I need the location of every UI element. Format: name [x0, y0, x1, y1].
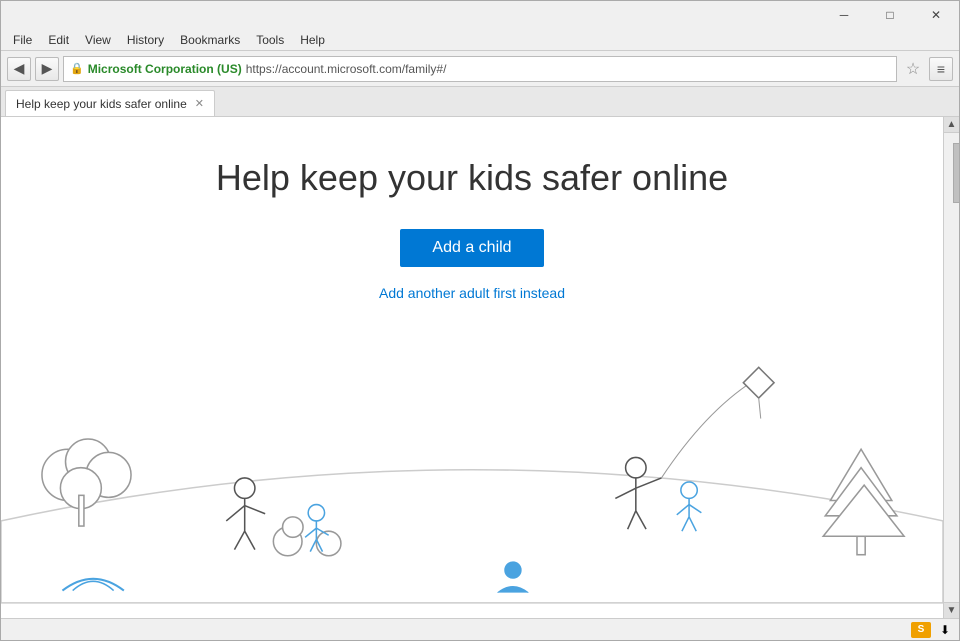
forward-button[interactable]: ▶: [35, 57, 59, 81]
scrollbar-down-button[interactable]: ▼: [944, 602, 960, 618]
title-bar: ─ □ ✕ File Edit View History Bookmarks T…: [1, 1, 959, 117]
page-title: Help keep your kids safer online: [216, 157, 728, 199]
address-bar[interactable]: 🔒 Microsoft Corporation (US) https://acc…: [63, 56, 897, 82]
close-button[interactable]: ✕: [913, 1, 959, 29]
scrollbar-grip: [959, 163, 960, 167]
scene-svg: [1, 301, 943, 618]
menu-tools[interactable]: Tools: [248, 31, 292, 49]
scrollbar-grip3: [959, 177, 960, 181]
browser-menu-button[interactable]: ≡: [929, 57, 953, 81]
security-icon: S: [911, 622, 931, 638]
menu-view[interactable]: View: [77, 31, 119, 49]
url-text: https://account.microsoft.com/family#/: [246, 62, 447, 76]
main-content: Help keep your kids safer online Add a c…: [1, 117, 943, 618]
menu-history[interactable]: History: [119, 31, 172, 49]
nav-bar: ◀ ▶ 🔒 Microsoft Corporation (US) https:/…: [1, 51, 959, 87]
bookmark-button[interactable]: ☆: [901, 57, 925, 81]
add-adult-link[interactable]: Add another adult first instead: [379, 285, 565, 301]
minimize-button[interactable]: ─: [821, 1, 867, 29]
browser-window: ─ □ ✕ File Edit View History Bookmarks T…: [0, 0, 960, 641]
tab-close-button[interactable]: ✕: [195, 97, 204, 110]
maximize-button[interactable]: □: [867, 1, 913, 29]
tab-bar: Help keep your kids safer online ✕: [1, 87, 959, 117]
menu-bookmarks[interactable]: Bookmarks: [172, 31, 248, 49]
scrollbar-grip2: [959, 170, 960, 174]
status-bar: S ⬇: [1, 618, 959, 640]
tab-title: Help keep your kids safer online: [16, 97, 187, 111]
lock-icon: 🔒: [70, 62, 84, 75]
scrollbar-up-button[interactable]: ▲: [944, 117, 960, 133]
menu-edit[interactable]: Edit: [40, 31, 77, 49]
menu-help[interactable]: Help: [292, 31, 333, 49]
active-tab[interactable]: Help keep your kids safer online ✕: [5, 90, 215, 116]
menu-file[interactable]: File: [5, 31, 40, 49]
site-name: Microsoft Corporation (US): [88, 62, 242, 76]
scrollbar: ▲ ▼: [943, 117, 959, 618]
content-area: Help keep your kids safer online Add a c…: [1, 117, 959, 618]
back-button[interactable]: ◀: [7, 57, 31, 81]
add-child-button[interactable]: Add a child: [400, 229, 543, 267]
download-icon[interactable]: ⬇: [935, 622, 955, 638]
illustration: [1, 301, 943, 618]
menu-bar: File Edit View History Bookmarks Tools H…: [1, 29, 959, 51]
